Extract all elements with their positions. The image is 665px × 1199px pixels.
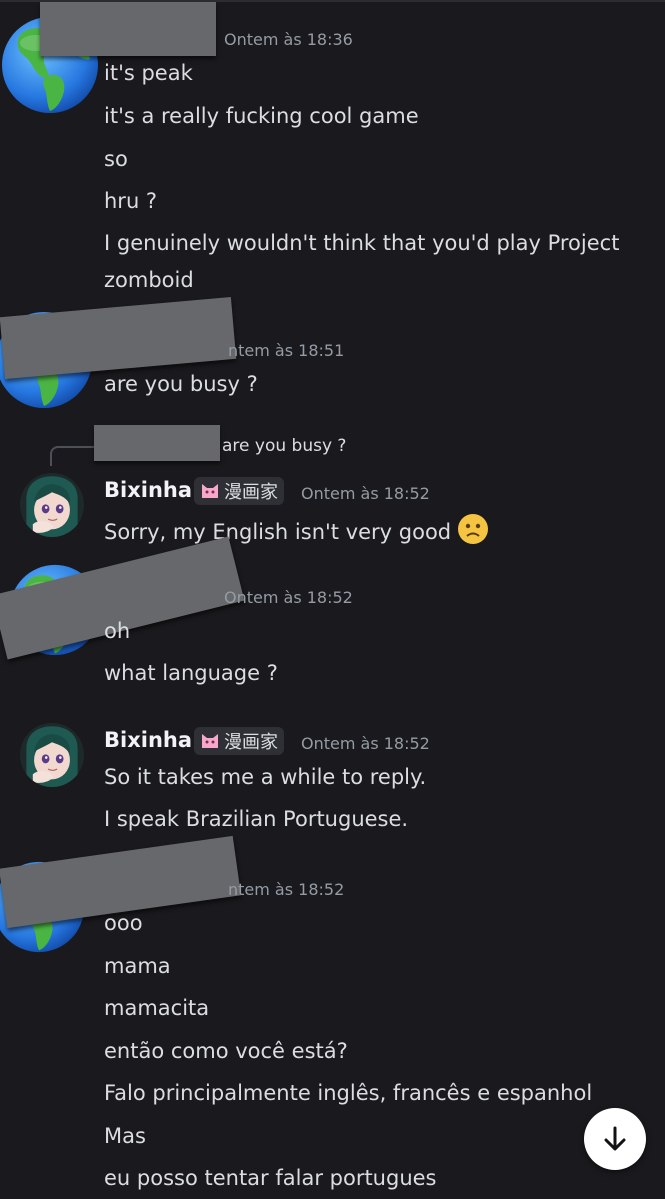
message: what language ?	[104, 661, 278, 685]
author-name[interactable]: Bixinha	[104, 478, 192, 502]
message: então como você está?	[104, 1039, 348, 1063]
role-tag: 漫画家	[194, 727, 284, 755]
reply-connector	[50, 446, 94, 466]
message: I genuinely wouldn't think that you'd pl…	[104, 231, 620, 255]
role-tag-label: 漫画家	[224, 732, 278, 753]
message: hru ?	[104, 189, 158, 213]
role-tag: 漫画家	[194, 477, 284, 505]
cat-icon	[202, 484, 218, 498]
message: oh	[104, 619, 131, 643]
timestamp: ntem às 18:51	[228, 341, 345, 360]
message: eu posso tentar falar portugues	[104, 1166, 437, 1190]
message: so	[104, 147, 128, 171]
timestamp: Ontem às 18:52	[224, 588, 353, 607]
redacted-username	[0, 297, 237, 379]
scroll-to-bottom-button[interactable]	[584, 1108, 646, 1170]
message: Mas	[104, 1124, 146, 1148]
author-name[interactable]: Bixinha	[104, 728, 192, 752]
message: mama	[104, 954, 171, 978]
message: So it takes me a while to reply.	[104, 765, 427, 789]
redacted-reply-author	[94, 425, 220, 461]
cat-icon	[202, 734, 218, 748]
message: I speak Brazilian Portuguese.	[104, 807, 409, 831]
avatar[interactable]	[20, 473, 84, 537]
slightly-frowning-face	[458, 514, 489, 544]
message: Falo principalmente inglês, francês e es…	[104, 1081, 593, 1105]
reply-preview[interactable]: are you busy ?	[222, 436, 346, 456]
timestamp: Ontem às 18:52	[301, 484, 430, 503]
avatar[interactable]	[20, 723, 84, 787]
message: ooo	[104, 911, 143, 935]
message: mamacita	[104, 996, 210, 1020]
message: are you busy ?	[104, 372, 258, 396]
timestamp: ntem às 18:52	[228, 880, 345, 899]
arrow-down-icon	[604, 1126, 626, 1151]
role-tag-label: 漫画家	[224, 482, 278, 503]
message: zomboid	[104, 268, 194, 292]
timestamp: Ontem às 18:36	[224, 30, 353, 49]
timestamp: Ontem às 18:52	[301, 734, 430, 753]
message: it's a really fucking cool game	[104, 104, 419, 128]
redacted-username	[40, 2, 216, 56]
message: it's peak	[104, 61, 193, 85]
message-text: Sorry, my English isn't very good	[104, 520, 452, 544]
message: Sorry, my English isn't very good	[104, 513, 489, 545]
